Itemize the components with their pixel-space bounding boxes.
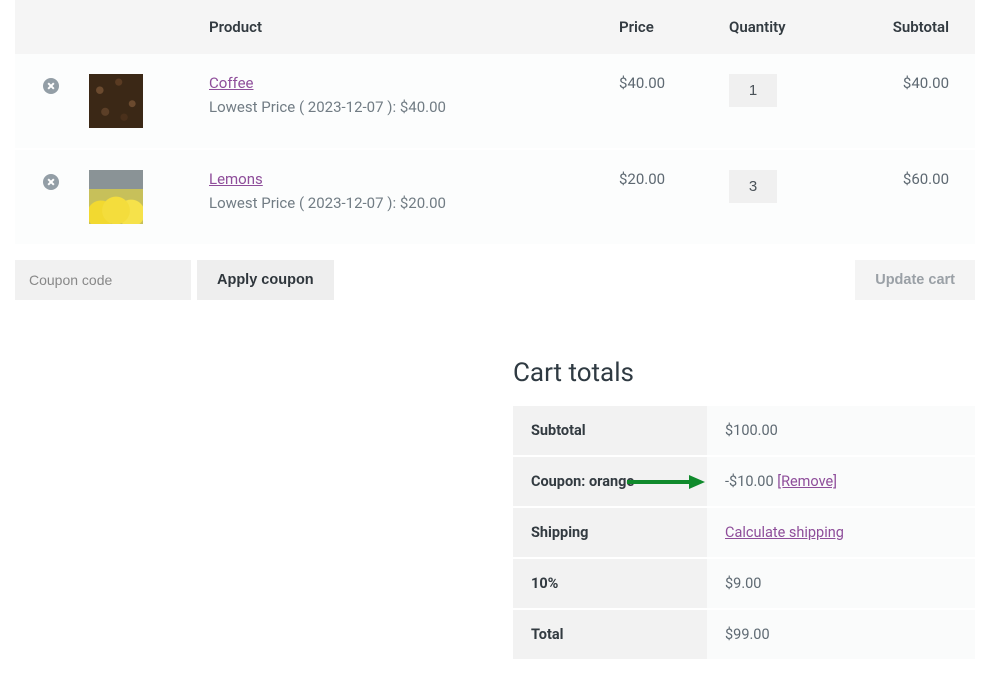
item-price: $20.00 [605,149,715,245]
cart-items: Coffee Lowest Price ( 2023-12-07 ): $40.… [15,54,975,245]
tax-value: $9.00 [707,558,975,609]
item-price: $40.00 [605,54,715,149]
product-link[interactable]: Coffee [209,74,253,92]
col-remove-header [15,0,75,54]
subtotal-value: $100.00 [707,406,975,456]
lowest-price-note: Lowest Price ( 2023-12-07 ): $20.00 [209,194,591,212]
product-thumbnail[interactable] [89,74,143,128]
product-link[interactable]: Lemons [209,170,263,188]
quantity-input[interactable] [729,74,777,107]
item-subtotal: $40.00 [845,54,975,149]
quantity-input[interactable] [729,170,777,203]
coupon-code-input[interactable] [15,260,191,300]
item-subtotal: $60.00 [845,149,975,245]
product-thumbnail[interactable] [89,170,143,224]
lowest-price-note: Lowest Price ( 2023-12-07 ): $40.00 [209,98,591,116]
col-quantity-header: Quantity [715,0,845,54]
cart-row: Coffee Lowest Price ( 2023-12-07 ): $40.… [15,54,975,149]
update-cart-button[interactable]: Update cart [855,260,975,300]
tax-label: 10% [513,558,707,609]
coupon-discount-value: -$10.00 [725,473,777,490]
col-thumb-header [75,0,195,54]
calculate-shipping-link[interactable]: Calculate shipping [725,524,844,541]
shipping-label: Shipping [513,507,707,558]
coupon-value-cell: -$10.00 [Remove] [707,456,975,507]
total-value: $99.00 [707,609,975,659]
remove-item-button[interactable] [43,78,59,94]
cart-table: Product Price Quantity Subtotal Coffee L… [15,0,975,246]
subtotal-label: Subtotal [513,406,707,456]
apply-coupon-button[interactable]: Apply coupon [197,260,334,300]
col-subtotal-header: Subtotal [845,0,975,54]
remove-coupon-link[interactable]: [Remove] [777,473,837,490]
col-price-header: Price [605,0,715,54]
cart-actions: Apply coupon Update cart [15,260,975,300]
cart-totals-title: Cart totals [513,358,975,388]
remove-item-button[interactable] [43,174,59,190]
coupon-label: Coupon: orange [513,456,707,507]
cart-totals: Cart totals Subtotal $100.00 Coupon: ora… [513,358,975,659]
total-label: Total [513,609,707,659]
col-product-header: Product [195,0,605,54]
cart-row: Lemons Lowest Price ( 2023-12-07 ): $20.… [15,149,975,245]
totals-table: Subtotal $100.00 Coupon: orange -$10.00 … [513,406,975,659]
